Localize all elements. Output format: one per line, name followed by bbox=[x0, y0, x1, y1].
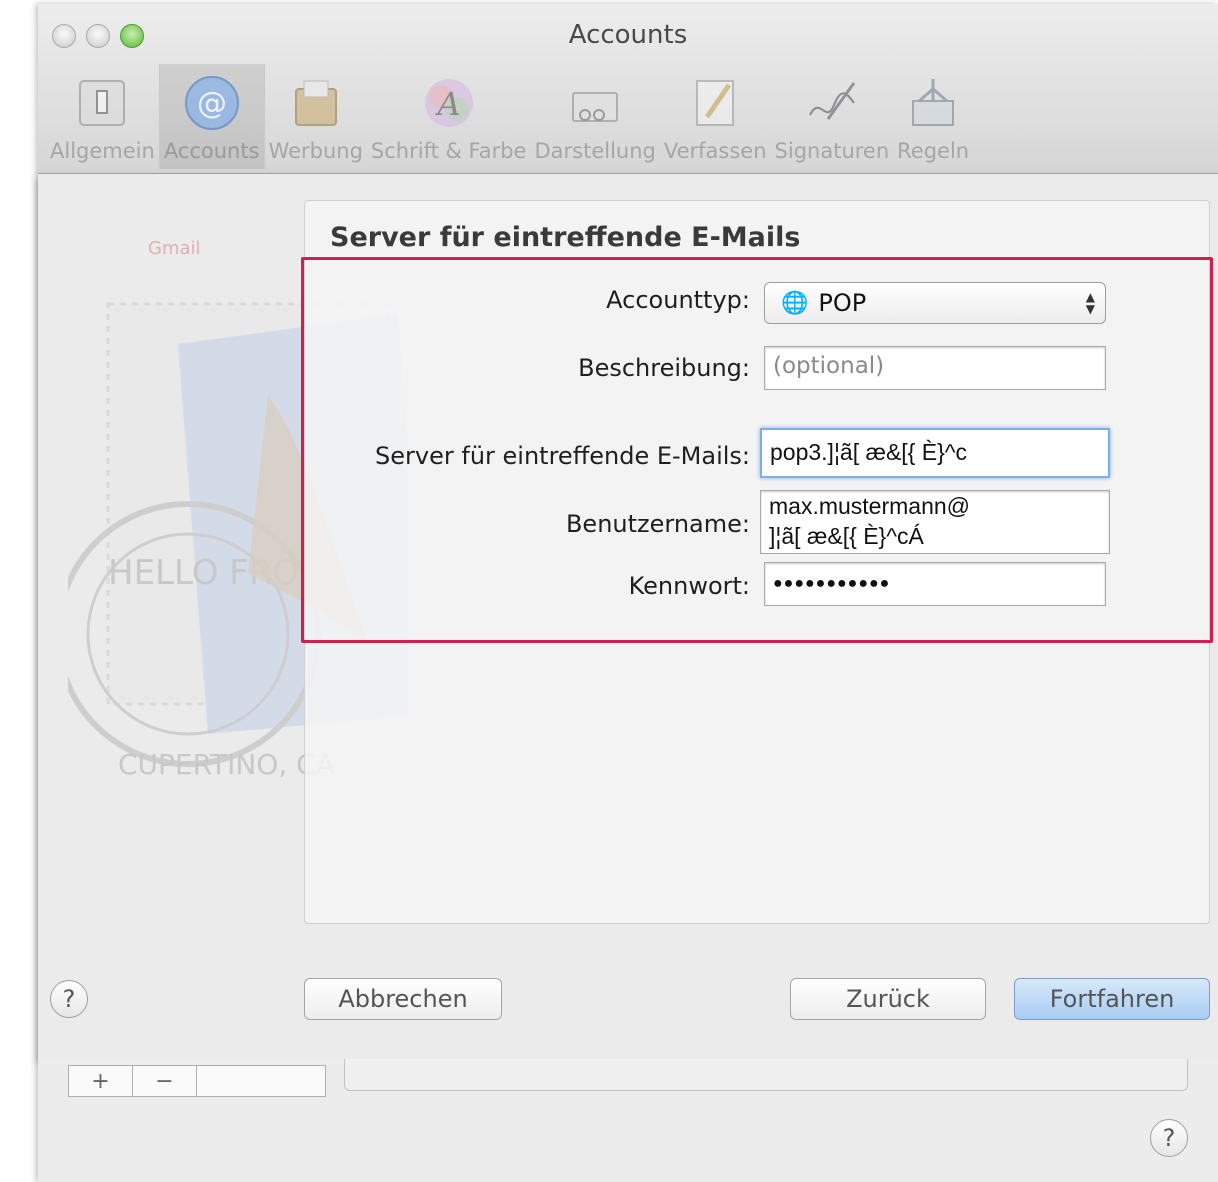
tab-label: Allgemein bbox=[50, 139, 155, 163]
accounts-list-footer: + − ? bbox=[38, 1059, 1218, 1182]
account-type-label: Accounttyp: bbox=[606, 286, 750, 314]
title-bar: Accounts Allgemein @ Accounts Werbung A … bbox=[38, 4, 1218, 174]
chevron-updown-icon: ▲ ▼ bbox=[1085, 290, 1095, 316]
svg-text:A: A bbox=[434, 85, 460, 123]
help-button[interactable]: ? bbox=[50, 980, 88, 1018]
add-account-button[interactable]: + bbox=[69, 1066, 133, 1096]
tab-schrift-farbe[interactable]: A Schrift & Farbe bbox=[367, 64, 531, 169]
description-label: Beschreibung: bbox=[578, 354, 750, 382]
add-remove-control: + − bbox=[68, 1065, 326, 1097]
footer-help-button[interactable]: ? bbox=[1150, 1119, 1188, 1157]
section-title: Server für eintreffende E-Mails bbox=[330, 222, 801, 253]
tab-label: Accounts bbox=[163, 139, 260, 163]
tab-label: Regeln bbox=[897, 139, 970, 163]
continue-button[interactable]: Fortfahren bbox=[1014, 978, 1210, 1020]
description-field[interactable]: (optional) bbox=[764, 346, 1106, 390]
preferences-toolbar: Allgemein @ Accounts Werbung A Schrift &… bbox=[46, 64, 973, 169]
tab-label: Werbung bbox=[268, 139, 363, 163]
fonts-icon: A bbox=[421, 75, 477, 131]
tab-label: Darstellung bbox=[534, 139, 656, 163]
password-field[interactable]: ●●●●●●●●●●● bbox=[764, 562, 1106, 606]
account-details-panel-edge bbox=[344, 1059, 1188, 1091]
account-type-select[interactable]: 🌐 POP ▲ ▼ bbox=[764, 282, 1106, 324]
tab-label: Signaturen bbox=[774, 139, 890, 163]
viewing-icon bbox=[567, 75, 623, 131]
tab-allgemein[interactable]: Allgemein bbox=[46, 64, 159, 169]
account-setup-sheet: Gmail HELLO FROM CUPERTINO, CA Server fü… bbox=[38, 174, 1218, 1059]
tab-label: Verfassen bbox=[663, 139, 767, 163]
at-sign-icon: @ bbox=[184, 75, 240, 131]
back-button[interactable]: Zurück bbox=[790, 978, 986, 1020]
incoming-server-field[interactable]: pop3.]¦ã[ æ&[{ È}^c bbox=[760, 428, 1110, 478]
stamp-text-bottom: CUPERTINO, CA bbox=[118, 748, 335, 781]
tab-label: Schrift & Farbe bbox=[370, 139, 527, 163]
username-line-1: max.mustermann@ bbox=[769, 493, 971, 519]
gmail-background-text: Gmail bbox=[148, 238, 201, 259]
tab-verfassen[interactable]: Verfassen bbox=[660, 64, 771, 169]
switch-icon bbox=[74, 75, 130, 131]
globe-icon: 🌐 bbox=[781, 290, 809, 316]
password-label: Kennwort: bbox=[628, 572, 750, 600]
svg-text:@: @ bbox=[197, 86, 227, 121]
incoming-server-label: Server für eintreffende E-Mails: bbox=[375, 442, 750, 470]
username-field[interactable]: max.mustermann@ ]¦ã[ æ&[{ È}^cÁ bbox=[760, 490, 1110, 554]
tab-signaturen[interactable]: Signaturen bbox=[771, 64, 894, 169]
tab-accounts[interactable]: @ Accounts bbox=[158, 64, 265, 169]
username-line-2: ]¦ã[ æ&[{ È}^cÁ bbox=[769, 523, 924, 549]
composing-icon bbox=[687, 75, 743, 131]
window-title: Accounts bbox=[568, 20, 688, 50]
tab-regeln[interactable]: Regeln bbox=[893, 64, 973, 169]
remove-account-button[interactable]: − bbox=[133, 1066, 197, 1096]
preferences-window: Accounts Allgemein @ Accounts Werbung A … bbox=[38, 4, 1218, 1182]
username-label: Benutzername: bbox=[565, 510, 750, 538]
account-type-value: POP bbox=[818, 289, 867, 317]
rules-icon bbox=[905, 75, 961, 131]
tab-werbung[interactable]: Werbung bbox=[265, 64, 367, 169]
tab-darstellung[interactable]: Darstellung bbox=[530, 64, 659, 169]
list-action-spacer bbox=[197, 1066, 325, 1096]
junk-mail-icon bbox=[288, 75, 344, 131]
signature-icon bbox=[804, 75, 860, 131]
cancel-button[interactable]: Abbrechen bbox=[304, 978, 502, 1020]
